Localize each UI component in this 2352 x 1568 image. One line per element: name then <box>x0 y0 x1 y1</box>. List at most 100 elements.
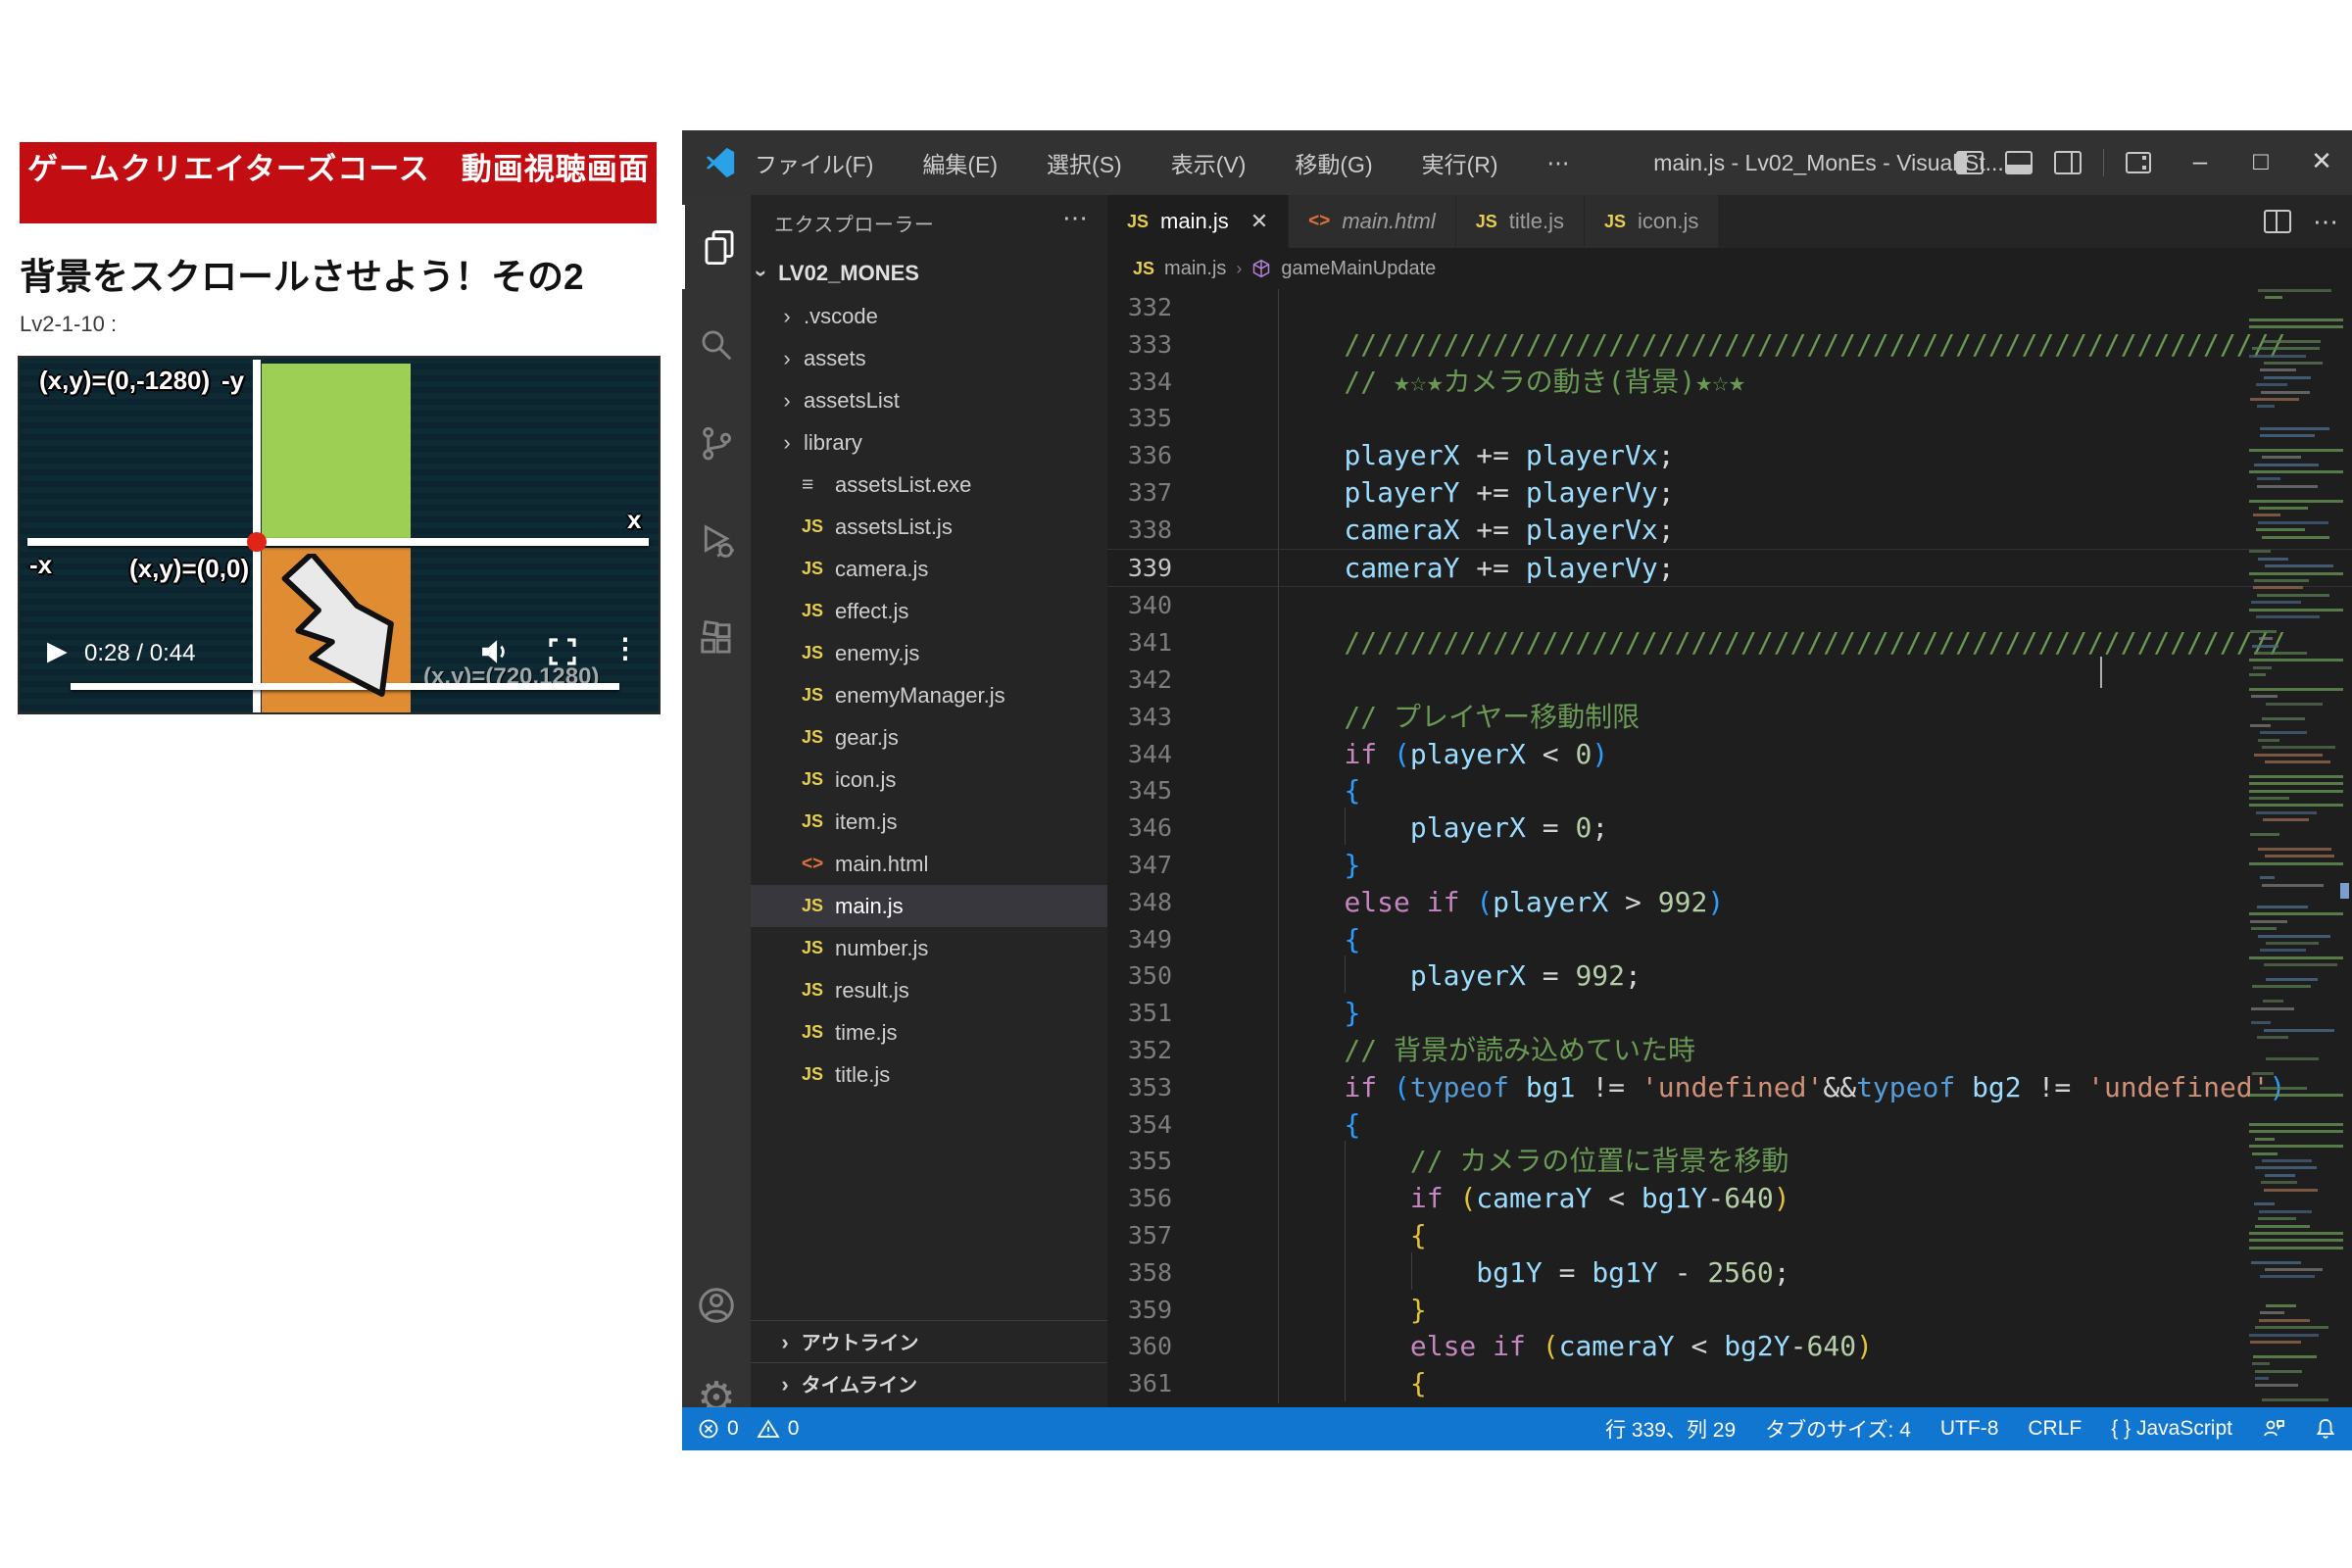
file-row-main.js[interactable]: JSmain.js <box>751 885 1107 927</box>
file-row-gear.js[interactable]: JSgear.js <box>751 716 1107 759</box>
breadcrumb-symbol[interactable]: gameMainUpdate <box>1281 258 1436 280</box>
code-line-347[interactable]: 347 } <box>1107 847 2352 884</box>
code-line-338[interactable]: 338 cameraX += playerVx; <box>1107 512 2352 549</box>
file-row-assetsList.js[interactable]: JSassetsList.js <box>751 506 1107 548</box>
code-line-340[interactable]: 340 <box>1107 587 2352 624</box>
warnings-count[interactable]: 0 <box>788 1417 800 1441</box>
file-row-assetsList.exe[interactable]: ≡assetsList.exe <box>751 464 1107 506</box>
code-line-349[interactable]: 349 { <box>1107 921 2352 958</box>
code-line-342[interactable]: 342 <box>1107 662 2352 699</box>
run-debug-icon[interactable] <box>682 499 751 583</box>
code-line-343[interactable]: 343 // プレイヤー移動制限 <box>1107 699 2352 736</box>
account-icon[interactable] <box>682 1263 751 1348</box>
warnings-icon[interactable] <box>757 1418 780 1440</box>
menu-go[interactable]: 移動(G) <box>1291 146 1376 179</box>
code-line-361[interactable]: 361 { <box>1107 1365 2352 1402</box>
code-line-357[interactable]: 357 { <box>1107 1217 2352 1254</box>
tab-icon.js[interactable]: JSicon.js <box>1585 195 1719 248</box>
code-line-336[interactable]: 336 playerX += playerVx; <box>1107 437 2352 474</box>
code-line-339[interactable]: 339 cameraY += playerVy; <box>1107 549 2352 588</box>
menu-view[interactable]: 表示(V) <box>1167 146 1250 179</box>
tab-size[interactable]: タブのサイズ: 4 <box>1765 1414 1911 1444</box>
code-line-337[interactable]: 337 playerY += playerVy; <box>1107 474 2352 512</box>
file-row-.vscode[interactable]: ›.vscode <box>751 295 1107 337</box>
file-row-number.js[interactable]: JSnumber.js <box>751 927 1107 969</box>
toggle-sidebar-icon[interactable] <box>1956 151 1984 174</box>
customize-layout-icon[interactable] <box>2126 152 2151 173</box>
volume-icon[interactable] <box>480 638 512 665</box>
code-line-356[interactable]: 356 if (cameraY < bg1Y-640) <box>1107 1180 2352 1217</box>
file-row-icon.js[interactable]: JSicon.js <box>751 759 1107 801</box>
code-line-360[interactable]: 360 else if (cameraY < bg2Y-640) <box>1107 1328 2352 1365</box>
tab-main.js[interactable]: JSmain.js✕ <box>1107 195 1289 248</box>
timeline-section[interactable]: › タイムライン <box>751 1362 1107 1405</box>
code-line-345[interactable]: 345 { <box>1107 772 2352 809</box>
close-tab-icon[interactable]: ✕ <box>1250 209 1268 234</box>
toggle-panel-icon[interactable] <box>2005 151 2033 174</box>
code-line-353[interactable]: 353 if (typeof bg1 != 'undefined'&&typeo… <box>1107 1069 2352 1106</box>
code-area[interactable]: 332333 /////////////////////////////////… <box>1107 289 2352 1407</box>
code-line-334[interactable]: 334 // ★☆★カメラの動き(背景)★☆★ <box>1107 364 2352 401</box>
code-line-346[interactable]: 346 playerX = 0; <box>1107 809 2352 847</box>
code-line-352[interactable]: 352 // 背景が読み込めていた時 <box>1107 1032 2352 1069</box>
file-row-assets[interactable]: ›assets <box>751 337 1107 379</box>
code-line-332[interactable]: 332 <box>1107 289 2352 326</box>
code-line-355[interactable]: 355 // カメラの位置に背景を移動 <box>1107 1143 2352 1180</box>
file-row-title.js[interactable]: JStitle.js <box>751 1054 1107 1096</box>
file-row-time.js[interactable]: JStime.js <box>751 1011 1107 1054</box>
explorer-more-icon[interactable]: ⋯ <box>1062 203 1088 233</box>
split-editor-icon[interactable] <box>2264 210 2291 233</box>
menu-file[interactable]: ファイル(F) <box>751 146 877 179</box>
root-folder-row[interactable]: › LV02_MONES <box>751 252 1107 295</box>
code-line-333[interactable]: 333 ////////////////////////////////////… <box>1107 326 2352 364</box>
tab-main.html[interactable]: <>main.html <box>1289 195 1456 248</box>
fullscreen-icon[interactable] <box>549 638 576 670</box>
video-player[interactable]: (x,y)=(720,1280) (x,y)=(0,-1280) -y -x (… <box>18 356 661 714</box>
code-line-351[interactable]: 351 } <box>1107 995 2352 1032</box>
language-mode[interactable]: { } JavaScript <box>2111 1417 2232 1441</box>
menu-run[interactable]: 実行(R) <box>1418 146 1502 179</box>
feedback-icon[interactable] <box>2262 1417 2285 1441</box>
outline-section[interactable]: › アウトライン <box>751 1320 1107 1363</box>
code-line-350[interactable]: 350 playerX = 992; <box>1107 957 2352 995</box>
eol-sequence[interactable]: CRLF <box>2028 1417 2082 1441</box>
menu-selection[interactable]: 選択(S) <box>1043 146 1126 179</box>
errors-icon[interactable] <box>698 1418 719 1440</box>
file-row-effect.js[interactable]: JSeffect.js <box>751 590 1107 632</box>
extensions-icon[interactable] <box>682 597 751 681</box>
breadcrumb-file[interactable]: main.js <box>1164 258 1226 280</box>
toggle-secondary-sidebar-icon[interactable] <box>2054 151 2082 174</box>
menu-edit[interactable]: 編集(E) <box>918 146 1002 179</box>
breadcrumb[interactable]: JS main.js › gameMainUpdate <box>1107 248 2352 289</box>
code-line-348[interactable]: 348 else if (playerX > 992) <box>1107 884 2352 921</box>
video-menu-icon[interactable]: ⋮ <box>612 632 639 664</box>
code-line-354[interactable]: 354 { <box>1107 1106 2352 1144</box>
close-button[interactable]: ✕ <box>2291 130 2352 195</box>
play-button[interactable]: ▶ <box>47 636 68 666</box>
file-row-assetsList[interactable]: ›assetsList <box>751 379 1107 421</box>
file-row-enemyManager.js[interactable]: JSenemyManager.js <box>751 674 1107 716</box>
code-line-341[interactable]: 341 ////////////////////////////////////… <box>1107 624 2352 662</box>
code-line-358[interactable]: 358 bg1Y = bg1Y - 2560; <box>1107 1254 2352 1292</box>
file-row-result.js[interactable]: JSresult.js <box>751 969 1107 1011</box>
file-row-main.html[interactable]: <>main.html <box>751 843 1107 885</box>
code-line-335[interactable]: 335 <box>1107 400 2352 437</box>
file-row-item.js[interactable]: JSitem.js <box>751 801 1107 843</box>
search-icon[interactable] <box>682 303 751 387</box>
tab-title.js[interactable]: JStitle.js <box>1456 195 1585 248</box>
encoding[interactable]: UTF-8 <box>1940 1417 1999 1441</box>
notifications-bell-icon[interactable] <box>2315 1417 2336 1441</box>
scrollbar-thumb[interactable] <box>2340 883 2349 899</box>
file-row-library[interactable]: ›library <box>751 421 1107 464</box>
editor-more-icon[interactable]: ⋯ <box>2313 207 2338 237</box>
file-row-enemy.js[interactable]: JSenemy.js <box>751 632 1107 674</box>
source-control-icon[interactable] <box>682 401 751 485</box>
file-row-camera.js[interactable]: JScamera.js <box>751 548 1107 590</box>
cursor-position[interactable]: 行 339、列 29 <box>1605 1414 1736 1444</box>
code-line-344[interactable]: 344 if (playerX < 0) <box>1107 736 2352 773</box>
code-line-359[interactable]: 359 } <box>1107 1292 2352 1329</box>
minimize-button[interactable]: – <box>2170 130 2230 195</box>
maximize-button[interactable]: □ <box>2230 130 2291 195</box>
minimap[interactable] <box>2249 289 2347 1407</box>
errors-count[interactable]: 0 <box>727 1417 739 1441</box>
